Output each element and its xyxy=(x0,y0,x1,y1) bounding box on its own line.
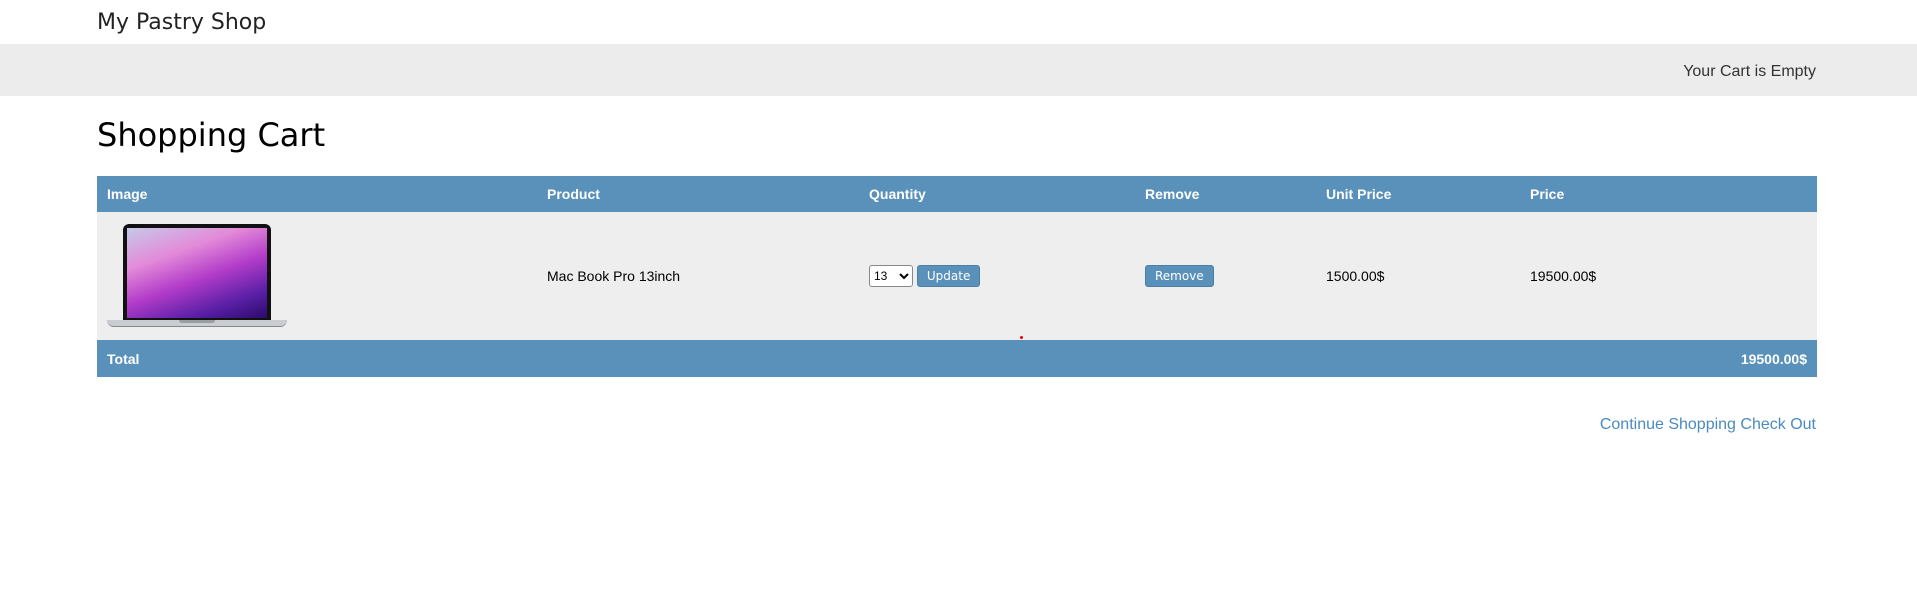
total-label: Total xyxy=(97,340,1520,377)
total-value: 19500.00$ xyxy=(1520,340,1817,377)
unit-price: 1500.00$ xyxy=(1316,212,1520,340)
continue-shopping-link[interactable]: Continue Shopping xyxy=(1600,416,1736,433)
cart-table: Image Product Quantity Remove Unit Price… xyxy=(97,176,1817,377)
remove-button[interactable]: Remove xyxy=(1145,265,1214,287)
cursor-dot xyxy=(1020,336,1023,339)
cart-status-bar: Your Cart is Empty xyxy=(0,44,1917,96)
column-header-price: Price xyxy=(1520,176,1817,212)
top-header: My Pastry Shop xyxy=(0,0,1917,44)
quantity-select[interactable]: 13 xyxy=(869,265,913,287)
brand-link[interactable]: My Pastry Shop xyxy=(97,10,266,35)
total-row: Total 19500.00$ xyxy=(97,340,1817,377)
quantity-cell: 13 Update xyxy=(859,212,1135,340)
product-name: Mac Book Pro 13inch xyxy=(537,212,859,340)
column-header-remove: Remove xyxy=(1135,176,1316,212)
product-image-cell xyxy=(97,212,537,340)
page-title: Shopping Cart xyxy=(97,116,326,154)
table-row: Mac Book Pro 13inch 13 Update Remove 150… xyxy=(97,212,1817,340)
remove-cell: Remove xyxy=(1135,212,1316,340)
check-out-link[interactable]: Check Out xyxy=(1740,416,1816,433)
laptop-screen xyxy=(127,228,267,318)
laptop-notch xyxy=(179,320,215,323)
cart-actions: Continue Shopping Check Out xyxy=(1600,416,1816,434)
update-button[interactable]: Update xyxy=(916,265,981,287)
column-header-image: Image xyxy=(97,176,537,212)
line-price: 19500.00$ xyxy=(1520,212,1817,340)
laptop-lid xyxy=(123,224,271,320)
table-header-row: Image Product Quantity Remove Unit Price… xyxy=(97,176,1817,212)
laptop-image xyxy=(107,224,287,328)
column-header-quantity: Quantity xyxy=(859,176,1135,212)
column-header-unit-price: Unit Price xyxy=(1316,176,1520,212)
column-header-product: Product xyxy=(537,176,859,212)
cart-status-text: Your Cart is Empty xyxy=(1683,63,1816,80)
